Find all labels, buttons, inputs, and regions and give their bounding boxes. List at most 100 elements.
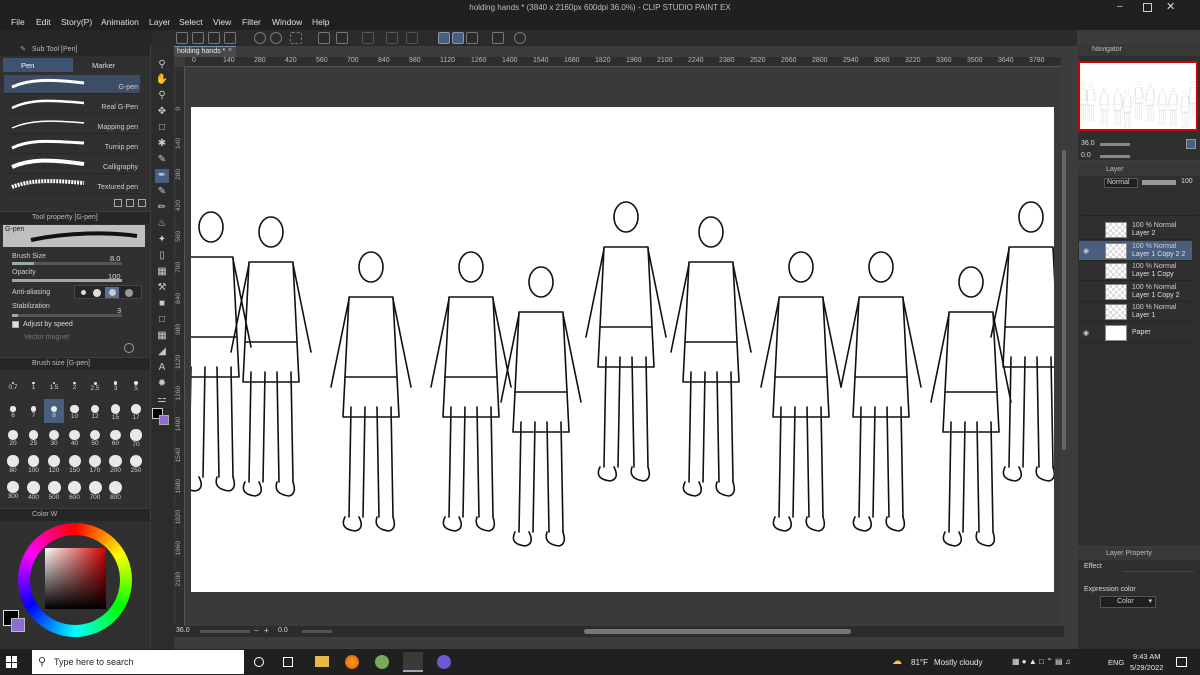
decoration-tool-icon[interactable]: ✦ [155, 233, 169, 247]
weather-text[interactable]: Mostly cloudy [934, 658, 982, 667]
auto-select-icon[interactable]: ✱ [155, 137, 169, 151]
brush-size-preset[interactable]: 100 [24, 451, 44, 475]
menu-layer[interactable]: Layer [149, 17, 170, 27]
firefox-icon[interactable] [345, 655, 359, 669]
zoom-value[interactable]: 36.0 [176, 627, 190, 634]
correct-line-tool-icon[interactable]: ⚍ [155, 393, 169, 407]
cortana-icon[interactable] [254, 657, 264, 667]
menu-filter[interactable]: Filter [242, 17, 261, 27]
weather-temp[interactable]: 81°F [911, 658, 928, 667]
wrench-icon[interactable] [124, 343, 134, 353]
open-icon[interactable] [192, 32, 204, 44]
brush-size-slider[interactable] [12, 262, 122, 265]
clock-date[interactable]: 5/29/2022 [1130, 663, 1163, 672]
menu-file[interactable]: File [11, 17, 25, 27]
vertical-scrollbar[interactable] [1062, 150, 1066, 450]
fill-icon[interactable] [318, 32, 330, 44]
brush-size-preset[interactable]: 250 [126, 451, 146, 475]
layer-row[interactable]: 100 % Normal Layer 1 Copy [1079, 261, 1192, 281]
tab-marker[interactable]: Marker [74, 58, 146, 72]
horizontal-scrollbar[interactable] [584, 629, 851, 634]
opacity-slider[interactable] [12, 279, 122, 282]
snap-special-icon[interactable] [438, 32, 450, 44]
redo-icon[interactable] [270, 32, 282, 44]
zoom-slider[interactable] [200, 630, 250, 633]
brush-size-preset[interactable]: 3 [106, 373, 126, 397]
brush-size-preset[interactable]: 1 [24, 373, 44, 397]
layer-row[interactable]: ◉ 100 % Normal Layer 1 Copy 2 2 [1079, 240, 1192, 261]
zoom-tool-icon[interactable]: ⚲ [155, 58, 169, 72]
deselect-icon[interactable] [290, 32, 302, 44]
blend-tool-icon[interactable]: ▦ [155, 265, 169, 279]
brush-calligraphy[interactable]: Calligraphy [4, 155, 140, 174]
brush-size-preset[interactable]: 200 [106, 451, 126, 475]
brush-size-preset[interactable]: 2.5 [85, 373, 105, 397]
visibility-eye-icon[interactable]: ◉ [1083, 247, 1089, 255]
tab-pen[interactable]: Pen [3, 58, 73, 72]
airbrush-tool-icon[interactable]: ♨ [155, 217, 169, 231]
copy-subtool-icon[interactable] [114, 199, 122, 207]
layer-row[interactable]: 100 % Normal Layer 1 Copy 2 [1079, 282, 1192, 302]
figure-tool-icon[interactable]: □ [155, 313, 169, 327]
app-icon[interactable] [375, 655, 389, 669]
grid-icon[interactable] [362, 32, 374, 44]
layer-opacity-slider[interactable] [1142, 180, 1176, 185]
brush-size-preset[interactable]: 600 [65, 477, 85, 501]
brush-size-preset[interactable]: 70 [126, 425, 146, 449]
start-button[interactable] [6, 656, 18, 668]
brush-size-preset[interactable]: 1.5 [44, 373, 64, 397]
eraser-tool-icon[interactable]: ▯ [155, 249, 169, 263]
brush-mapping-pen[interactable]: Mapping pen [4, 115, 140, 134]
other-app-icon[interactable] [437, 655, 451, 669]
rotation-slider[interactable] [302, 630, 332, 633]
task-view-icon[interactable] [283, 657, 293, 667]
move-tool-icon[interactable]: ✥ [155, 105, 169, 119]
save-icon[interactable] [208, 32, 220, 44]
delete-subtool-icon[interactable] [138, 199, 146, 207]
menu-story[interactable]: Story(P) [61, 17, 92, 27]
file-explorer-icon[interactable] [315, 656, 329, 667]
saturation-square[interactable] [45, 548, 106, 609]
expression-color-select[interactable]: Color ▾ [1100, 596, 1156, 608]
brush-size-preset[interactable]: 20 [3, 425, 23, 449]
sub-color-swatch[interactable] [11, 618, 25, 632]
device-icon[interactable] [492, 32, 504, 44]
brush-size-preset[interactable]: 150 [65, 451, 85, 475]
eyedropper-tool-icon[interactable]: ✎ [155, 153, 169, 167]
brush-size-preset[interactable]: 8 [44, 399, 64, 423]
brush-size-preset[interactable]: 500 [44, 477, 64, 501]
help-icon[interactable] [514, 32, 526, 44]
maximize-button[interactable] [1143, 3, 1152, 12]
ruler-snap-icon[interactable] [406, 32, 418, 44]
brush-textured-pen[interactable]: Textured pen [4, 175, 140, 194]
brush-size-preset[interactable]: 2 [65, 373, 85, 397]
zoom-in-icon[interactable]: + [264, 626, 269, 635]
layer-row[interactable]: 100 % Normal Layer 1 [1079, 302, 1192, 322]
brush-size-preset[interactable]: 0.7 [3, 373, 23, 397]
brush-size-preset[interactable]: 700 [85, 477, 105, 501]
menu-select[interactable]: Select [179, 17, 203, 27]
clock-time[interactable]: 9:43 AM [1133, 652, 1161, 661]
undo-icon[interactable] [254, 32, 266, 44]
transform-icon[interactable] [336, 32, 348, 44]
language-indicator[interactable]: ENG [1108, 658, 1124, 667]
menu-window[interactable]: Window [272, 17, 302, 27]
brush-size-preset[interactable]: 25 [24, 425, 44, 449]
brush-size-preset[interactable]: 6 [3, 399, 23, 423]
layer-row[interactable]: ◉ Paper [1079, 323, 1192, 343]
brush-tool-icon[interactable]: ✏ [155, 201, 169, 215]
blend-mode-select[interactable]: Normal [1104, 178, 1138, 188]
brush-size-preset[interactable]: 800 [106, 477, 126, 501]
layer-row[interactable]: 100 % Normal Layer 2 [1079, 220, 1192, 240]
new-icon[interactable] [176, 32, 188, 44]
adjust-speed-checkbox[interactable] [12, 321, 19, 328]
brush-size-preset[interactable]: 30 [44, 425, 64, 449]
nav-rotate-slider[interactable] [1100, 155, 1130, 158]
pen-tool-icon[interactable]: ✒ [155, 169, 169, 183]
magnify-tool-icon[interactable]: ⚲ [155, 89, 169, 103]
new-subtool-icon[interactable] [126, 199, 134, 207]
brush-size-preset[interactable]: 400 [24, 477, 44, 501]
effect-buttons[interactable] [1122, 571, 1194, 583]
brush-size-preset[interactable]: 170 [85, 451, 105, 475]
frame-tool-icon[interactable]: ▦ [155, 329, 169, 343]
